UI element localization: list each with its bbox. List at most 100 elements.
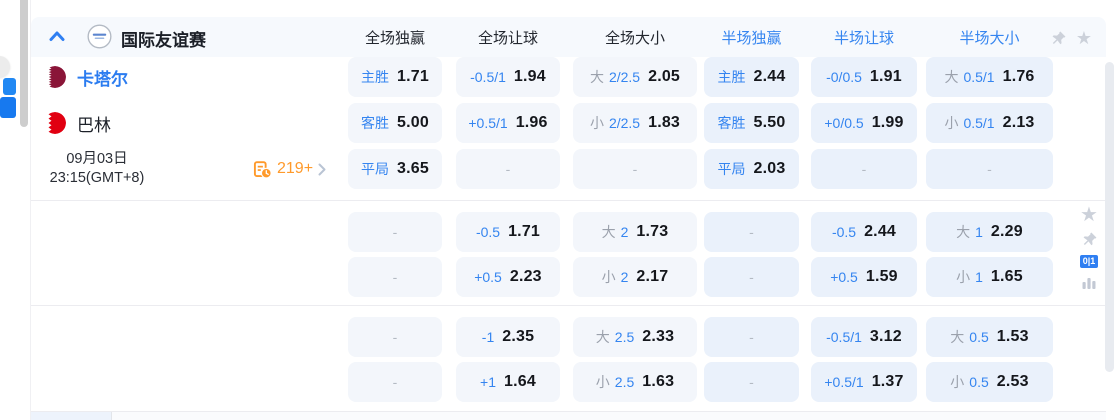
- league-panel: 国际友谊赛 全场独赢 全场让球 全场大小 半场独赢 半场让球 半场大小 ★: [30, 0, 1106, 420]
- odds-cell[interactable]: 客胜 5.50: [704, 103, 799, 143]
- odds-cell[interactable]: -0.52.44: [811, 212, 917, 252]
- odds-cell[interactable]: 客胜5.00: [348, 103, 442, 143]
- odds-cell[interactable]: -0.5/13.12: [811, 317, 917, 357]
- odds-value: 2.35: [502, 328, 534, 346]
- odds-value: 1.73: [636, 223, 668, 241]
- rail-shortcut-top[interactable]: [3, 78, 16, 95]
- row-side-tools: ★ 0|1: [1074, 206, 1104, 291]
- odds-direction-label: 小: [944, 113, 958, 133]
- odds-line-label: 主胜: [718, 67, 746, 87]
- favorite-star-icon[interactable]: ★: [1076, 29, 1092, 47]
- odds-cell[interactable]: 大1 2.29: [926, 212, 1053, 252]
- odds-cell-empty: -: [348, 212, 442, 252]
- odds-row: -+11.64小2.51.63-+0.5/11.37小0.52.53: [31, 362, 1106, 402]
- odds-value: 1.37: [872, 373, 904, 391]
- odds-line-label: 平局: [361, 159, 389, 179]
- odds-cell[interactable]: 平局2.03: [704, 149, 799, 189]
- odds-cell[interactable]: 小22.17: [573, 257, 697, 297]
- odds-row: --12.35大2.52.33--0.5/13.12大0.51.53: [31, 317, 1106, 357]
- odds-cell[interactable]: -0.51.71: [456, 212, 560, 252]
- empty-dash: -: [506, 161, 511, 177]
- column-header-half-win: 半场独赢: [704, 17, 799, 57]
- column-header-half-overunder: 半场大小: [926, 17, 1053, 57]
- odds-cell-empty: -: [704, 317, 799, 357]
- odds-cell[interactable]: 大21.73: [573, 212, 697, 252]
- left-scrollbar[interactable]: [20, 0, 28, 127]
- odds-row: - -0.51.71 大21.73 - -0.52.44 大1 2.29: [31, 212, 1106, 252]
- odds-cell[interactable]: 主胜1.71: [348, 57, 442, 97]
- odds-direction-label: 大: [596, 327, 610, 347]
- odds-cell-empty: -: [704, 257, 799, 297]
- floating-button[interactable]: [0, 56, 10, 77]
- odds-cell[interactable]: 大 2/2.5 2.05: [573, 57, 697, 97]
- odds-value: 1.96: [516, 114, 548, 132]
- odds-line-label: 2/2.5: [609, 115, 640, 131]
- odds-value: 3.12: [870, 328, 902, 346]
- odds-cell[interactable]: -12.35: [456, 317, 560, 357]
- odds-row: 主胜1.71-0.5/11.94大2/2.52.05主胜2.44-0/0.51.…: [31, 57, 1106, 97]
- odds-value: 1.76: [1003, 68, 1035, 86]
- odds-value: 2.33: [642, 328, 674, 346]
- odds-direction-label: 小: [596, 372, 610, 392]
- odds-cell[interactable]: 大0.51.53: [926, 317, 1053, 357]
- odds-cell[interactable]: 小0.52.53: [926, 362, 1053, 402]
- odds-value: 1.71: [397, 68, 429, 86]
- odds-cell[interactable]: 主胜2.44: [704, 57, 799, 97]
- odds-cell[interactable]: -0.5/11.94: [456, 57, 560, 97]
- odds-line-label: 1: [975, 224, 983, 240]
- odds-value: 2.17: [636, 268, 668, 286]
- odds-cell[interactable]: +0/0.51.99: [811, 103, 917, 143]
- pin-icon[interactable]: [1050, 30, 1067, 47]
- odds-cell-empty: -: [456, 149, 560, 189]
- rail-shortcut-bottom[interactable]: [0, 97, 16, 118]
- odds-line-label: +0.5/1: [468, 115, 507, 131]
- odds-cell[interactable]: 平局 3.65: [348, 149, 442, 189]
- odds-direction-label: 大: [956, 222, 970, 242]
- odds-value: 1.64: [504, 373, 536, 391]
- odds-cell[interactable]: 大0.5/11.76: [926, 57, 1053, 97]
- odds-direction-label: 大: [590, 67, 604, 87]
- odds-value: 1.83: [648, 114, 680, 132]
- column-header-full-handicap: 全场让球: [456, 17, 560, 57]
- odds-cell[interactable]: +0.5/1 1.96: [456, 103, 560, 143]
- odds-page: 国际友谊赛 全场独赢 全场让球 全场大小 半场独赢 半场让球 半场大小 ★: [0, 0, 1117, 420]
- odds-value: 3.65: [397, 160, 429, 178]
- odds-line-label: 客胜: [718, 113, 746, 133]
- odds-row: -+0.52.23小22.17-+0.51.59小11.65: [31, 257, 1106, 297]
- odds-value: 2.03: [754, 160, 786, 178]
- odds-cell-empty: -: [926, 149, 1053, 189]
- odds-cell[interactable]: 大2.52.33: [573, 317, 697, 357]
- odds-cell[interactable]: 小11.65: [926, 257, 1053, 297]
- odds-cell[interactable]: +0.5/11.37: [811, 362, 917, 402]
- stats-bars-icon[interactable]: [1081, 275, 1097, 291]
- odds-value: 5.50: [754, 114, 786, 132]
- odds-cell[interactable]: +0.52.23: [456, 257, 560, 297]
- odds-cell[interactable]: 小2.51.63: [573, 362, 697, 402]
- odds-line-label: +0/0.5: [824, 115, 863, 131]
- odds-line-label: 2/2.5: [609, 69, 640, 85]
- odds-value: 2.53: [997, 373, 1029, 391]
- odds-direction-label: 小: [950, 372, 964, 392]
- favorite-star-icon[interactable]: ★: [1080, 206, 1098, 224]
- league-title[interactable]: 国际友谊赛: [121, 26, 206, 51]
- odds-format-toggle[interactable]: 0|1: [1080, 255, 1099, 268]
- odds-cell-empty: -: [348, 317, 442, 357]
- odds-cell-empty: -: [348, 257, 442, 297]
- right-scrollbar[interactable]: [1105, 62, 1114, 372]
- odds-value: 1.59: [866, 268, 898, 286]
- pin-icon[interactable]: [1081, 231, 1098, 248]
- odds-value: 2.05: [648, 68, 680, 86]
- odds-cell-empty: -: [704, 362, 799, 402]
- collapse-chevron-up-icon[interactable]: [49, 30, 65, 42]
- odds-cell[interactable]: 小2/2.51.83: [573, 103, 697, 143]
- odds-cell[interactable]: +0.51.59: [811, 257, 917, 297]
- odds-cell[interactable]: 小0.5/12.13: [926, 103, 1053, 143]
- odds-cell-empty: -: [348, 362, 442, 402]
- odds-cell[interactable]: -0/0.51.91: [811, 57, 917, 97]
- odds-direction-label: 小: [956, 267, 970, 287]
- odds-value: 2.29: [991, 223, 1023, 241]
- empty-dash: -: [393, 224, 398, 240]
- odds-cell[interactable]: +11.64: [456, 362, 560, 402]
- empty-dash: -: [749, 224, 754, 240]
- odds-value: 1.53: [997, 328, 1029, 346]
